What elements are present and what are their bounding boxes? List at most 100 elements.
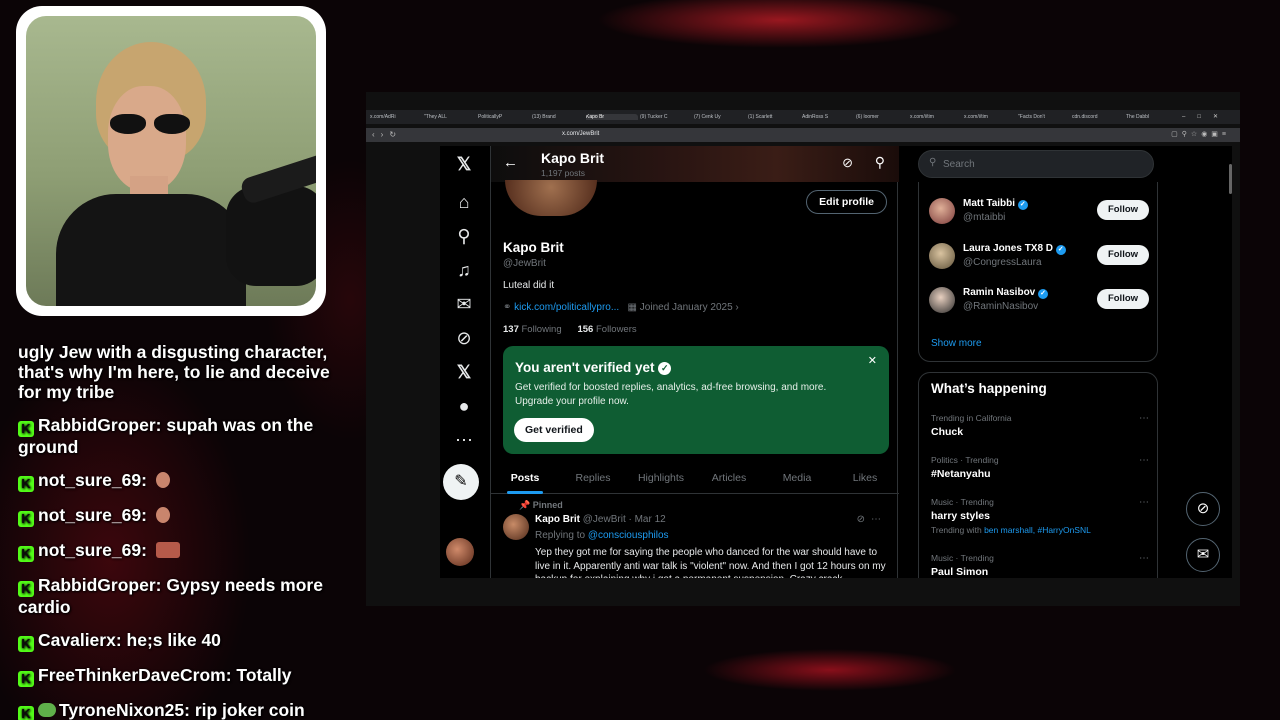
browser-tab[interactable]: x.com/i/tim (964, 114, 1016, 120)
suggestion-row[interactable]: Matt Taibbi ✓ @mtaibbi Follow (929, 194, 1149, 228)
tab-likes[interactable]: Likes (831, 462, 899, 493)
url-text[interactable]: x.com/JewBrit (562, 131, 599, 137)
pinned-label: 📌 Pinned (519, 500, 563, 511)
suggestion-name[interactable]: Ramin Nasibov ✓ (963, 287, 1049, 299)
trend-item[interactable]: Music · Trending Paul Simon ⋯ (931, 553, 1149, 578)
more-icon[interactable]: ⋯ (1139, 413, 1149, 424)
trend-extra-links[interactable]: ben marshall, #HarryOnSNL (984, 525, 1091, 535)
browser-tab[interactable]: (7) Cenk Uy (694, 114, 746, 120)
browser-tab[interactable]: (9) Tucker C (640, 114, 692, 120)
x-logo-icon[interactable]: 𝕏 (452, 152, 476, 176)
premium-x-icon[interactable]: 𝕏 (452, 360, 476, 384)
streamer-torso (56, 194, 246, 306)
followers-count: 156 (577, 324, 594, 335)
pinned-tweet[interactable]: 📌 Pinned Kapo Brit @JewBrit · Mar 12 ⊘⋯ … (491, 496, 899, 578)
trend-item[interactable]: Politics · Trending #Netanyahu ⋯ (931, 455, 1149, 480)
emote-icon (155, 472, 170, 488)
notifications-icon[interactable]: ♫ (452, 258, 476, 282)
more-icon[interactable]: ⋯ (1139, 553, 1149, 564)
profile-link[interactable]: kick.com/politicallypro... (514, 302, 619, 313)
tab-replies[interactable]: Replies (559, 462, 627, 493)
follow-button[interactable]: Follow (1097, 289, 1149, 309)
replying-to-handle[interactable]: @consciousphilos (588, 530, 669, 541)
trend-context: Politics · Trending (931, 455, 999, 465)
webcam-video (26, 16, 316, 306)
browser-tab[interactable]: (13) Brand (532, 114, 584, 120)
avatar[interactable] (929, 198, 955, 224)
tweet-avatar[interactable] (503, 514, 529, 540)
following-link[interactable]: 137 Following (503, 324, 562, 335)
browser-tab[interactable]: cdn.discord (1072, 114, 1124, 120)
joined-date: Joined January 2025 (639, 302, 733, 313)
more-icon[interactable]: ⋯ (1139, 497, 1149, 508)
search-placeholder: Search (943, 159, 975, 170)
browser-tab[interactable]: The Dabbl (1126, 114, 1178, 120)
followers-link[interactable]: 156 Followers (577, 324, 636, 335)
profile-avatar[interactable] (505, 180, 597, 216)
home-icon[interactable]: ⌂ (452, 190, 476, 214)
nav-buttons-icon[interactable]: ‹›↻ (372, 130, 402, 139)
suggestion-row[interactable]: Laura Jones TX8 D ✓ @CongressLaura Follo… (929, 239, 1149, 273)
avatar[interactable] (929, 287, 955, 313)
close-icon[interactable]: ✕ (868, 354, 877, 367)
account-avatar[interactable] (446, 538, 474, 566)
verify-card: You aren't verified yet ✓ Get verified f… (503, 346, 889, 454)
browser-tab-active[interactable]: Kapo Br (586, 114, 638, 120)
tab-articles[interactable]: Articles (695, 462, 763, 493)
browser-tab[interactable]: "They ALL (424, 114, 476, 120)
followers-label: Followers (595, 324, 637, 335)
trend-item[interactable]: Trending in California Chuck ⋯ (931, 413, 1149, 438)
grok-icon[interactable]: ⊘ (842, 155, 853, 171)
edit-profile-button[interactable]: Edit profile (806, 190, 887, 214)
show-more-link[interactable]: Show more (931, 338, 982, 349)
tab-highlights[interactable]: Highlights (627, 462, 695, 493)
extension-icons[interactable]: ▢⚲☆◉▣≡ (1171, 130, 1230, 138)
following-label: Following (521, 324, 562, 335)
messages-float-icon[interactable]: ✉ (1186, 538, 1220, 572)
search-input[interactable]: ⚲ Search (918, 150, 1154, 178)
tab-media[interactable]: Media (763, 462, 831, 493)
tab-posts[interactable]: Posts (491, 462, 559, 494)
chat-user: not_sure_69 (38, 505, 142, 525)
more-icon[interactable]: ⋯ (871, 514, 887, 525)
scrollbar[interactable] (1229, 164, 1232, 194)
browser-tab[interactable]: (1) Scarlett (748, 114, 800, 120)
trend-context: Trending in California (931, 413, 1012, 423)
trend-extra: Trending with ben marshall, #HarryOnSNL (931, 525, 1149, 535)
who-to-follow: Matt Taibbi ✓ @mtaibbi Follow Laura Jone… (918, 182, 1158, 362)
browser-tab[interactable]: AdinRoss S (802, 114, 854, 120)
grok-icon[interactable]: ⊘ (452, 326, 476, 350)
grok-icon[interactable]: ⊘ (857, 514, 871, 525)
chat-user: RabbidGroper (38, 415, 156, 435)
compose-post-icon[interactable]: ✎ (443, 464, 479, 500)
suggestion-name[interactable]: Matt Taibbi ✓ (963, 198, 1028, 210)
trend-item[interactable]: Music · Trending harry styles Trending w… (931, 497, 1149, 535)
window-controls[interactable]: –□✕ (1182, 110, 1230, 124)
more-icon[interactable]: ⋯ (1139, 455, 1149, 466)
suggestion-name[interactable]: Laura Jones TX8 D ✓ (963, 243, 1066, 255)
back-arrow-icon[interactable]: ← (503, 154, 518, 171)
suggestion-row[interactable]: Ramin Nasibov ✓ @RaminNasibov Follow (929, 283, 1149, 317)
messages-icon[interactable]: ✉ (452, 292, 476, 316)
browser-tab[interactable]: x.com/i/tim (910, 114, 962, 120)
get-verified-button[interactable]: Get verified (514, 418, 594, 442)
happening-title: What’s happening (931, 381, 1047, 396)
browser-tab[interactable]: PoliticallyP (478, 114, 530, 120)
address-bar[interactable]: ‹›↻ x.com/JewBrit ▢⚲☆◉▣≡ (366, 128, 1240, 142)
browser-tab[interactable]: "Facts Don't (1018, 114, 1070, 120)
search-icon[interactable]: ⚲ (875, 154, 885, 171)
browser-tab[interactable]: (6) loomer (856, 114, 908, 120)
chevron-right-icon[interactable]: › (735, 302, 738, 313)
browser-tab[interactable]: x.com/AdRi (370, 114, 422, 120)
kick-icon: K (18, 706, 34, 720)
more-icon[interactable]: ⋯ (452, 428, 476, 452)
chat-user: not_sure_69 (38, 470, 142, 490)
grok-float-icon[interactable]: ⊘ (1186, 492, 1220, 526)
frog-badge-icon (38, 703, 56, 717)
tweet-author[interactable]: Kapo Brit (535, 514, 580, 525)
follow-button[interactable]: Follow (1097, 200, 1149, 220)
avatar[interactable] (929, 243, 955, 269)
follow-button[interactable]: Follow (1097, 245, 1149, 265)
profile-icon[interactable]: ● (452, 394, 476, 418)
explore-icon[interactable]: ⚲ (452, 224, 476, 248)
